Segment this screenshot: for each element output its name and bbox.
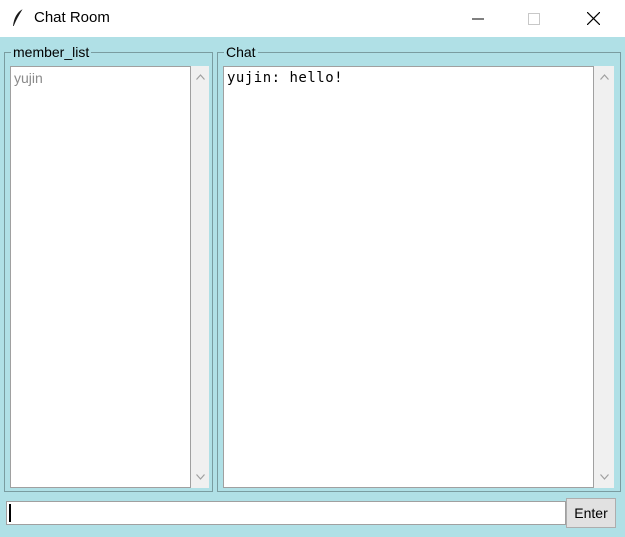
chat-frame: Chat yujin: hello!: [217, 44, 621, 492]
text-caret: [9, 504, 11, 522]
close-button[interactable]: [570, 0, 616, 37]
scroll-up-button[interactable]: [594, 68, 614, 86]
member-list-scrollbar[interactable]: [191, 66, 209, 488]
scroll-up-button[interactable]: [191, 68, 209, 86]
maximize-button[interactable]: [511, 0, 557, 37]
maximize-icon: [528, 12, 540, 25]
title-bar: Chat Room: [0, 0, 625, 37]
chevron-up-icon: [195, 74, 205, 80]
feather-icon: [13, 8, 24, 27]
member-item[interactable]: yujin: [14, 70, 43, 86]
window-title: Chat Room: [34, 9, 110, 26]
minimize-button[interactable]: [455, 0, 501, 37]
close-icon: [586, 12, 600, 25]
chevron-down-icon: [599, 474, 609, 480]
member-listbox[interactable]: yujin: [10, 66, 191, 488]
chevron-down-icon: [195, 474, 205, 480]
chat-label: Chat: [224, 44, 258, 60]
minimize-icon: [472, 18, 484, 19]
member-list-label: member_list: [11, 44, 92, 60]
chevron-up-icon: [599, 74, 609, 80]
chat-message: yujin: hello!: [227, 70, 344, 86]
chat-scrollbar[interactable]: [594, 66, 614, 488]
enter-button[interactable]: Enter: [566, 498, 616, 528]
message-input[interactable]: [6, 501, 566, 525]
scroll-down-button[interactable]: [594, 468, 614, 486]
member-list-frame: member_list yujin: [4, 44, 213, 492]
chat-text-area[interactable]: yujin: hello!: [223, 66, 594, 488]
scroll-down-button[interactable]: [191, 468, 209, 486]
